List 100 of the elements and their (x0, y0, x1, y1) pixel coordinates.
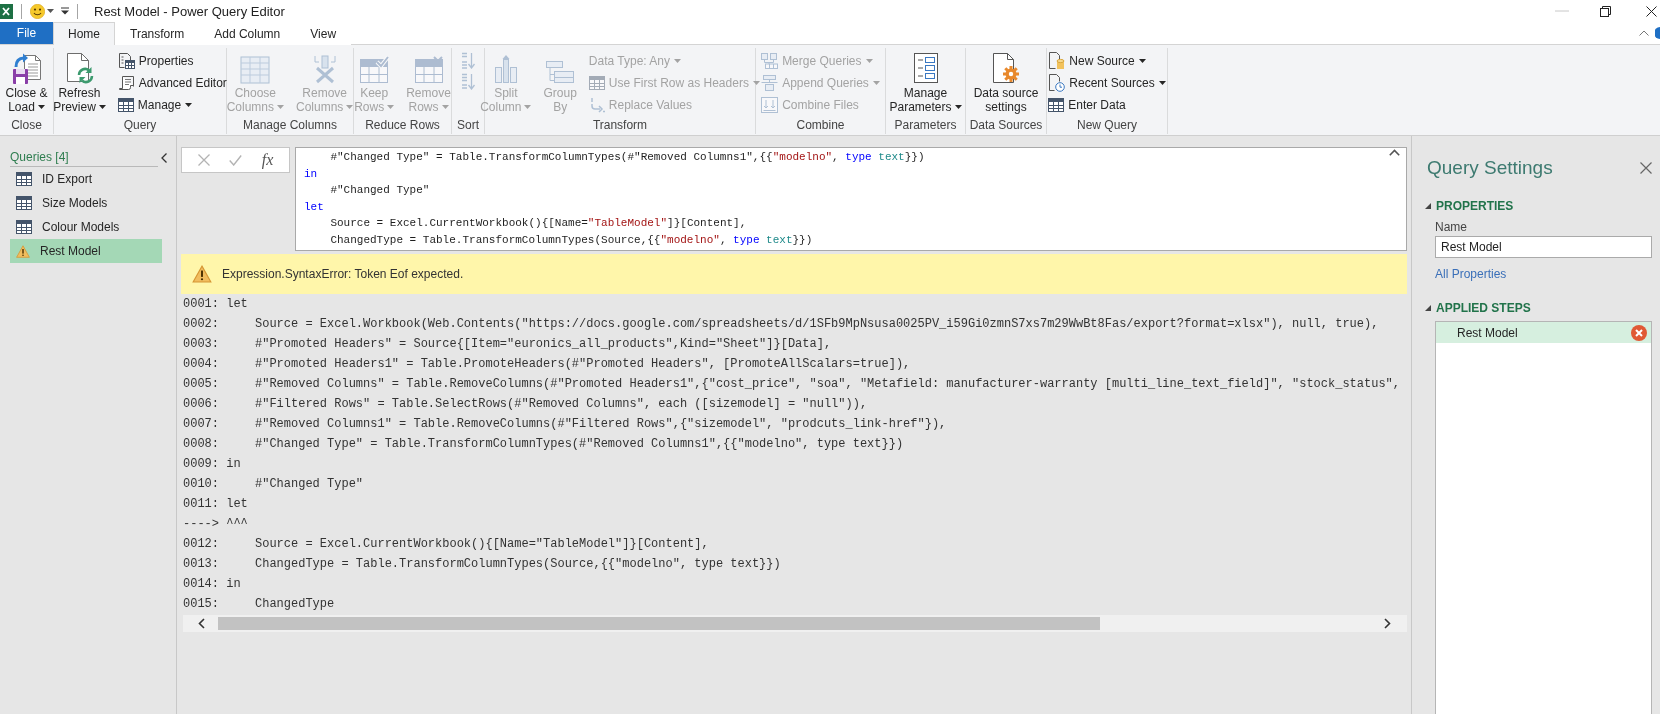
window-title: Rest Model - Power Query Editor (94, 3, 285, 19)
combine-files-icon (761, 97, 779, 113)
file-tab[interactable]: File (0, 22, 53, 44)
close-icon[interactable] (1646, 5, 1657, 17)
chevron-up-icon[interactable] (1389, 149, 1400, 156)
code-line: 0006: #"Filtered Rows" = Table.SelectRows(#"Removed Columns", each ([sizemodel] = "null")), (183, 396, 869, 413)
column-grid-icon (240, 56, 271, 84)
save-document-icon (11, 52, 42, 84)
group-label: Transform (591, 117, 649, 134)
properties-sheet-icon (117, 53, 135, 69)
formula-line: ChangedType = Table.TransformColumnTypes(Source,{{"modelno", type text}}) (329, 232, 814, 248)
ribbon-button[interactable]: New Source (1046, 50, 1168, 72)
chevron-up-icon[interactable] (1639, 30, 1649, 36)
code-line: 0010: #"Changed Type" (183, 476, 365, 493)
table-icon (16, 220, 32, 234)
ribbon-button[interactable]: Data source settings (971, 52, 1041, 114)
ribbon-button[interactable]: Recent Sources (1046, 72, 1168, 94)
smiley-icon[interactable] (30, 3, 45, 19)
code-line: 0013: ChangedType = Table.TransformColumnTypes(Source,{{"modelno", type text}}) (183, 556, 782, 573)
group-by-icon (545, 60, 576, 84)
queries-header: Queries [4] (10, 149, 158, 167)
checkmark-icon[interactable] (229, 154, 243, 166)
ribbon-button[interactable]: Enter Data (1046, 94, 1168, 116)
formula-line: let (304, 199, 325, 215)
code-line: ----> ^^^ (183, 516, 249, 533)
code-line: 0002: Source = Excel.Workbook(Web.Contents("https://docs.google.com/spreadsheets/d/1SFb9MpNsusa0025PV_i59Gi0zmnS7xs7m29WwBt8Fas/export?format=xlsx"), null, true), (183, 316, 1380, 333)
query-item[interactable]: Colour Models (10, 215, 162, 239)
ribbon-button[interactable]: Close & Load (3, 52, 50, 114)
name-field[interactable]: Rest Model (1435, 236, 1652, 258)
arrow-right-icon[interactable] (1384, 618, 1391, 629)
section-heading: APPLIED STEPS (1436, 301, 1531, 315)
formula-field[interactable] (295, 147, 1407, 251)
group-label: Combine (795, 117, 846, 134)
function-button[interactable]: fx (261, 151, 274, 169)
split-column-icon (493, 54, 518, 84)
table-icon (16, 172, 32, 186)
ribbon-button[interactable]: Advanced Editor (115, 72, 229, 94)
scroll-document-icon (117, 75, 135, 91)
triangle-icon[interactable] (1425, 203, 1431, 209)
customize-menu-icon[interactable] (61, 7, 69, 15)
section-heading: PROPERTIES (1436, 199, 1514, 213)
ribbon-button[interactable]: Manage Parameters (887, 52, 964, 114)
group-label: Sort (456, 117, 480, 134)
remove-column-icon (312, 54, 337, 84)
code-line: 0014: in (183, 576, 242, 593)
scrollbar-thumb[interactable] (218, 617, 1100, 630)
applied-step[interactable]: Rest Model (1436, 322, 1651, 343)
table-grid-icon (117, 98, 134, 112)
group-label: Manage Columns (241, 117, 339, 134)
append-tables-icon (761, 75, 779, 91)
query-item[interactable]: Size Models (10, 191, 162, 215)
arrow-left-icon[interactable] (198, 618, 205, 629)
formula-line: Source = Excel.CurrentWorkbook(){[Name="TableModel"]}[Content], (329, 216, 748, 232)
group-label: Reduce Rows (364, 117, 441, 134)
formula-line: in (304, 166, 319, 182)
chevron-left-icon[interactable] (161, 153, 167, 163)
caret-icon (47, 9, 54, 13)
parameters-list-icon (912, 52, 939, 84)
code-line: 0011: let (183, 496, 249, 513)
ribbon-button[interactable]: Refresh Preview (51, 52, 108, 114)
table-grid-icon (1048, 98, 1065, 112)
query-item[interactable]: ID Export (10, 167, 162, 191)
group-label: Close (10, 117, 43, 134)
code-line: 0001: let (183, 296, 249, 313)
code-line: 0008: #"Changed Type" = Table.TransformColumnTypes(#"Removed Columns1",{{"modelno", type text}}) (183, 436, 905, 453)
semicircle-icon[interactable] (1655, 27, 1660, 39)
ribbon-tab[interactable]: Home (53, 22, 115, 45)
group-label: Parameters (893, 117, 958, 134)
panel-title: Query Settings (1427, 157, 1553, 179)
code-line: 0012: Source = Excel.CurrentWorkbook(){[Name="TableModel"]}[Content], (183, 536, 710, 553)
field-label: Name (1435, 220, 1468, 234)
refresh-document-icon (64, 52, 95, 84)
code-line: 0009: in (183, 456, 242, 473)
group-label: Query (122, 117, 158, 134)
formula-line: #"Changed Type" = Table.TransformColumnTypes(#"Removed Columns1",{{"modelno", type text}}) (329, 150, 926, 165)
horizontal-scrollbar[interactable] (183, 615, 1407, 632)
code-line: 0015: ChangedType (183, 596, 336, 613)
gear-document-icon (992, 52, 1020, 84)
keep-rows-icon (359, 56, 390, 84)
database-document-icon (1048, 52, 1066, 70)
group-label: Data Sources (968, 117, 1044, 134)
table-grid-icon (588, 76, 605, 90)
ribbon-button[interactable]: Properties (115, 50, 229, 72)
error-message: Expression.SyntaxError: Token Eof expected. (222, 267, 464, 281)
clock-document-icon (1048, 74, 1066, 92)
code-line: 0004: #"Promoted Headers1" = Table.PromoteHeaders(#"Promoted Headers", [PromoteAllScalars=true]), (183, 356, 912, 373)
warning-icon (16, 244, 30, 258)
code-line: 0005: #"Removed Columns" = Table.RemoveColumns(#"Promoted Headers1",{"cost_price", "soa", "Metafield: manufacturer-warranty [multi_line_text_field]", "stock_status", (183, 376, 1401, 393)
code-line: 0007: #"Removed Columns1" = Table.RemoveColumns(#"Filtered Rows",{"sizemodel", "prodcuts_link-href"}), (183, 416, 948, 433)
remove-rows-icon (413, 56, 444, 84)
code-line: 0003: #"Promoted Headers" = Source{[Item="euronics_all_products",Kind="Sheet"]}[Data], (183, 336, 833, 353)
merge-tables-icon (761, 53, 779, 69)
query-item[interactable]: Rest Model (10, 239, 162, 263)
formula-line: #"Changed Type" (329, 183, 431, 199)
all-properties-link[interactable]: All Properties (1435, 267, 1507, 281)
restore-icon[interactable] (1600, 5, 1611, 17)
group-label: New Query (1076, 117, 1138, 134)
triangle-icon[interactable] (1425, 305, 1431, 311)
table-icon (16, 196, 32, 210)
warning-icon (192, 265, 212, 283)
